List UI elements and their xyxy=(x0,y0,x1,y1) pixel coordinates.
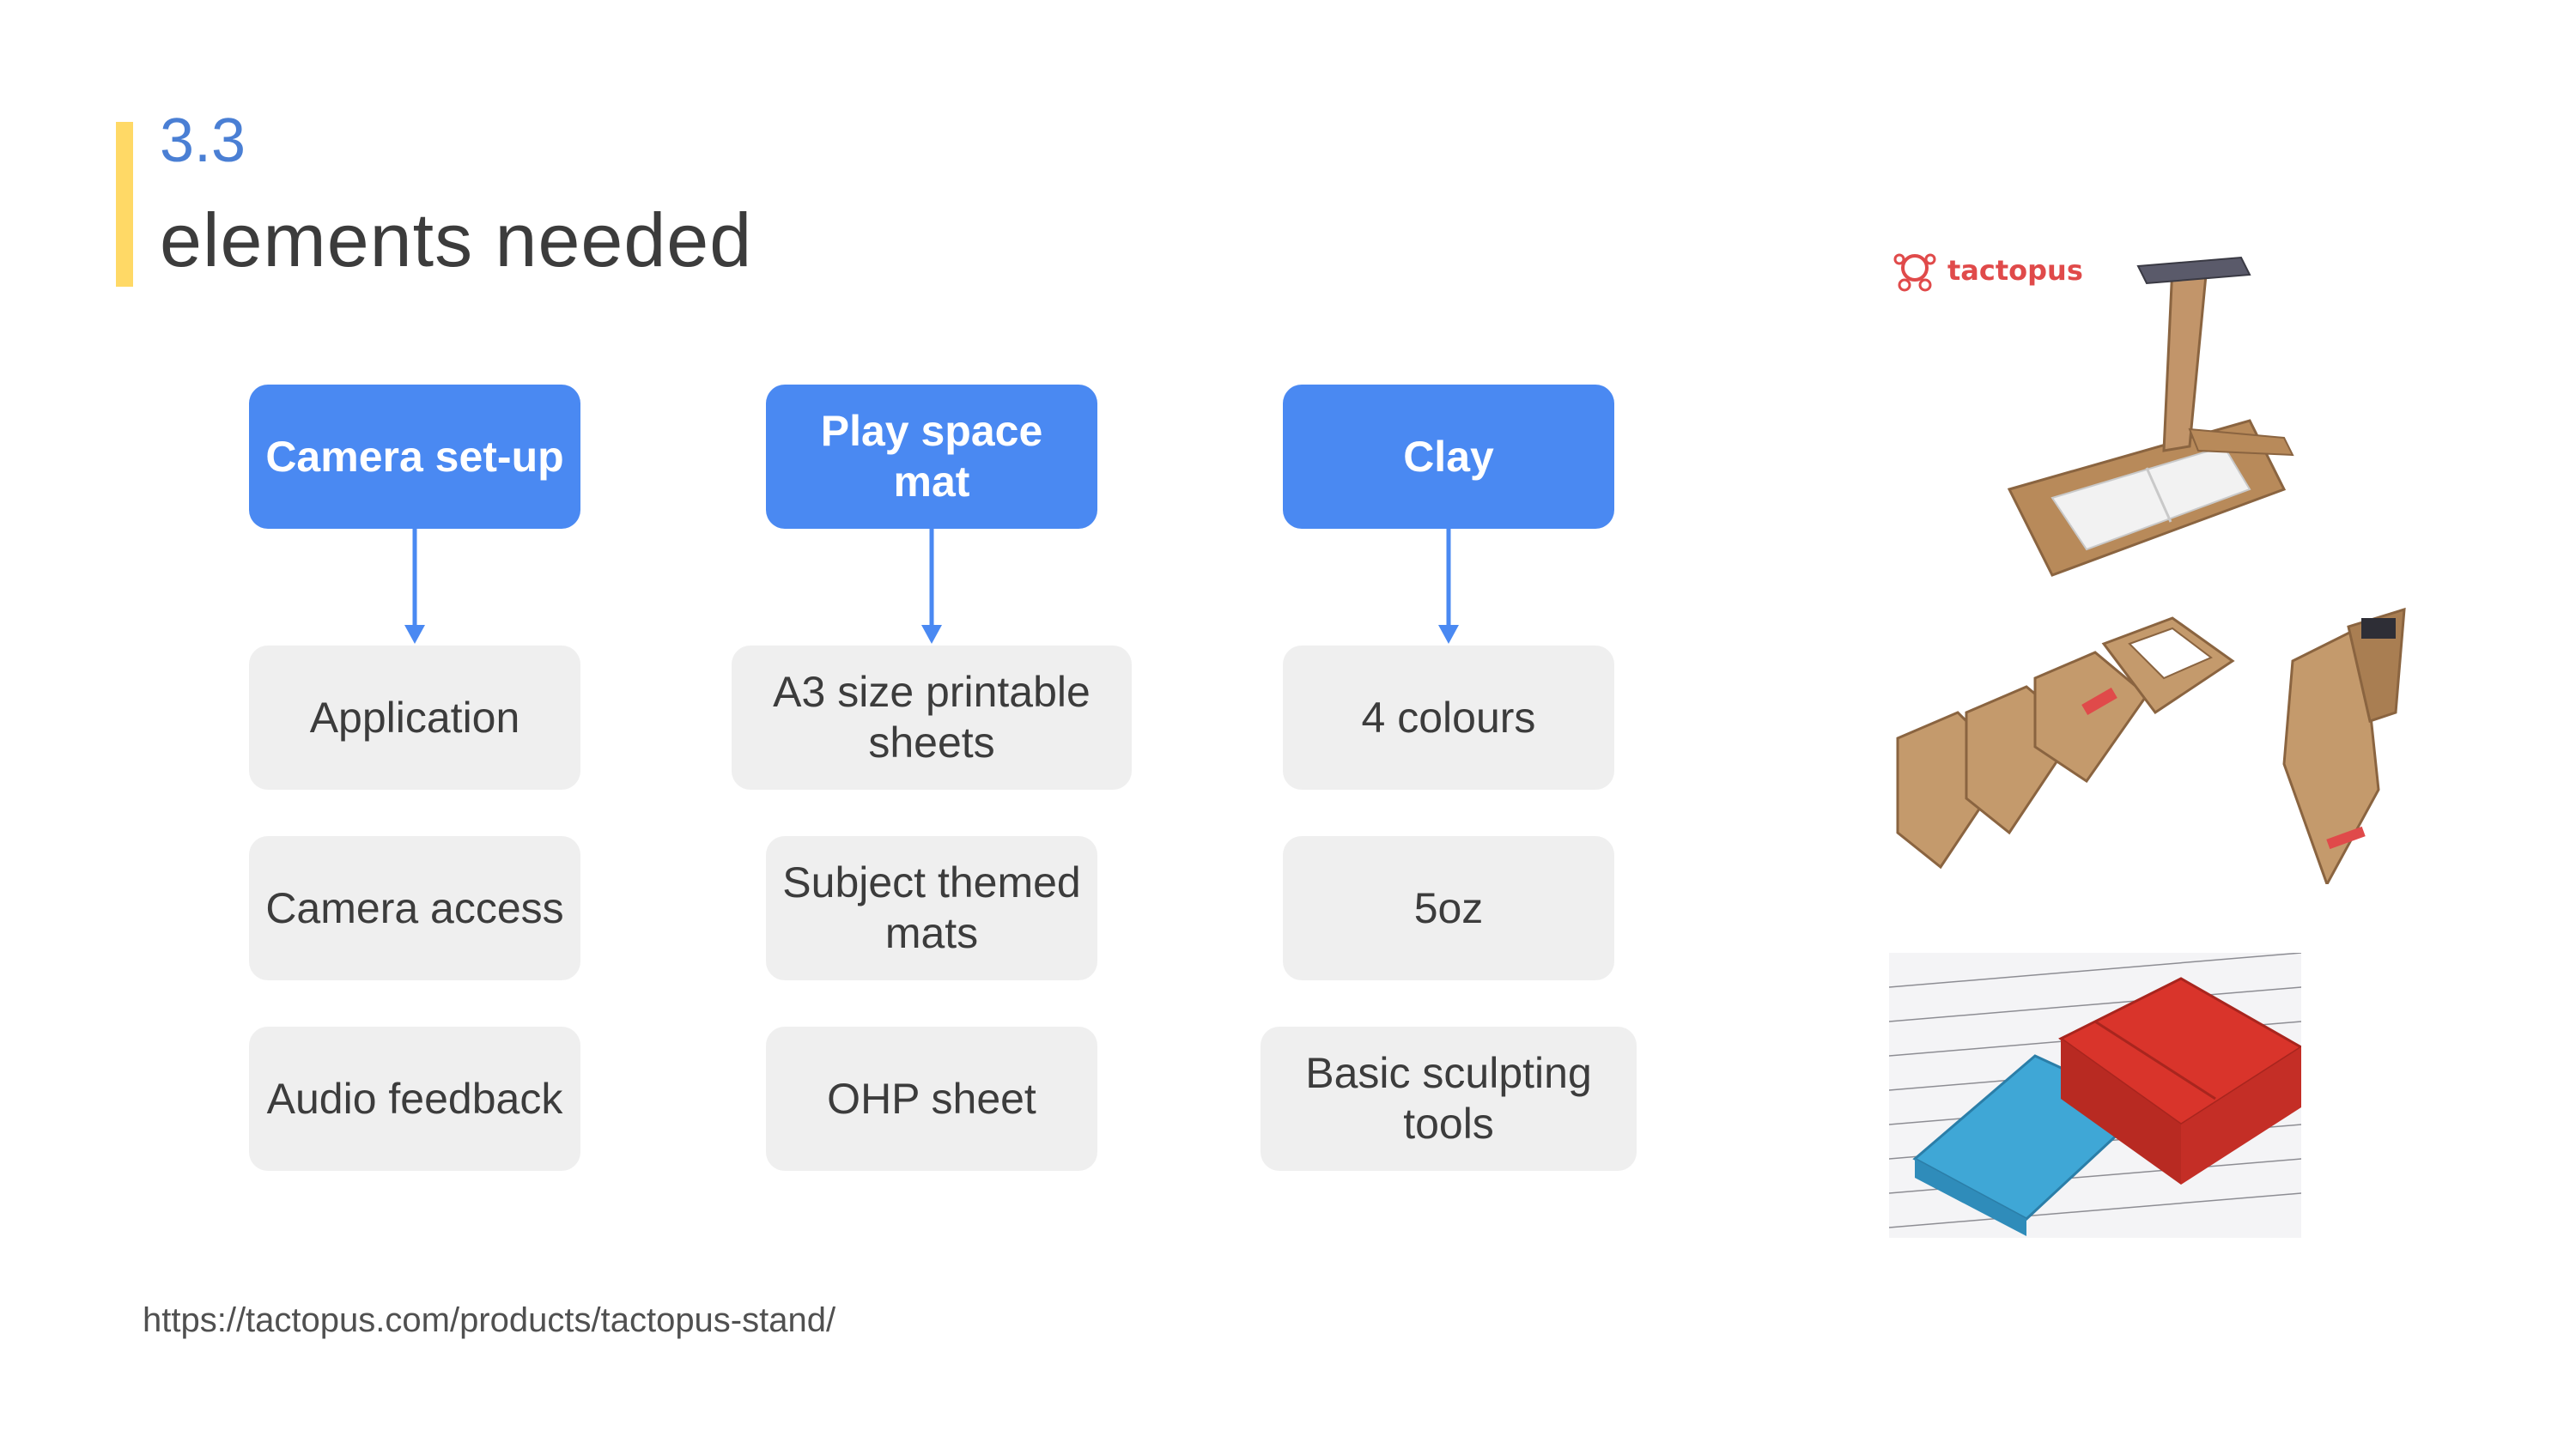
source-url: https://tactopus.com/products/tactopus-s… xyxy=(143,1301,836,1339)
tactopus-stand-photo: tactopus xyxy=(1880,232,2430,884)
slide-title: elements needed xyxy=(160,197,753,282)
item-subject-themed-mats: Subject themed mats xyxy=(766,836,1097,980)
tactopus-logo-text: tactopus xyxy=(1947,254,2083,287)
item-application: Application xyxy=(249,646,580,790)
connector-arrow-play-space-mat xyxy=(921,529,942,644)
tactopus-logo-icon xyxy=(1893,253,1936,292)
clay-blocks-illustration xyxy=(1889,953,2301,1236)
item-basic-sculpting-tools: Basic sculpting tools xyxy=(1261,1027,1637,1171)
item-4-colours: 4 colours xyxy=(1283,646,1614,790)
heading-clay: Clay xyxy=(1283,385,1614,529)
section-number: 3.3 xyxy=(160,106,246,175)
assembled-stand xyxy=(2007,256,2294,577)
connector-arrow-clay xyxy=(1438,529,1459,644)
item-camera-access: Camera access xyxy=(249,836,580,980)
item-ohp-sheet: OHP sheet xyxy=(766,1027,1097,1171)
folded-stand-piece xyxy=(2282,607,2406,884)
item-5oz: 5oz xyxy=(1283,836,1614,980)
title-accent-bar xyxy=(116,122,133,287)
heading-camera-setup: Camera set-up xyxy=(249,385,580,529)
heading-play-space-mat: Play space mat xyxy=(766,385,1097,529)
clay-blocks-photo xyxy=(1889,953,2301,1238)
item-a3-printable-sheets: A3 size printable sheets xyxy=(732,646,1132,790)
item-audio-feedback: Audio feedback xyxy=(249,1027,580,1171)
flat-stand-pieces xyxy=(1896,616,2235,870)
connector-arrow-camera-setup xyxy=(404,529,425,644)
tactopus-stand-illustration: tactopus xyxy=(1893,253,2406,884)
